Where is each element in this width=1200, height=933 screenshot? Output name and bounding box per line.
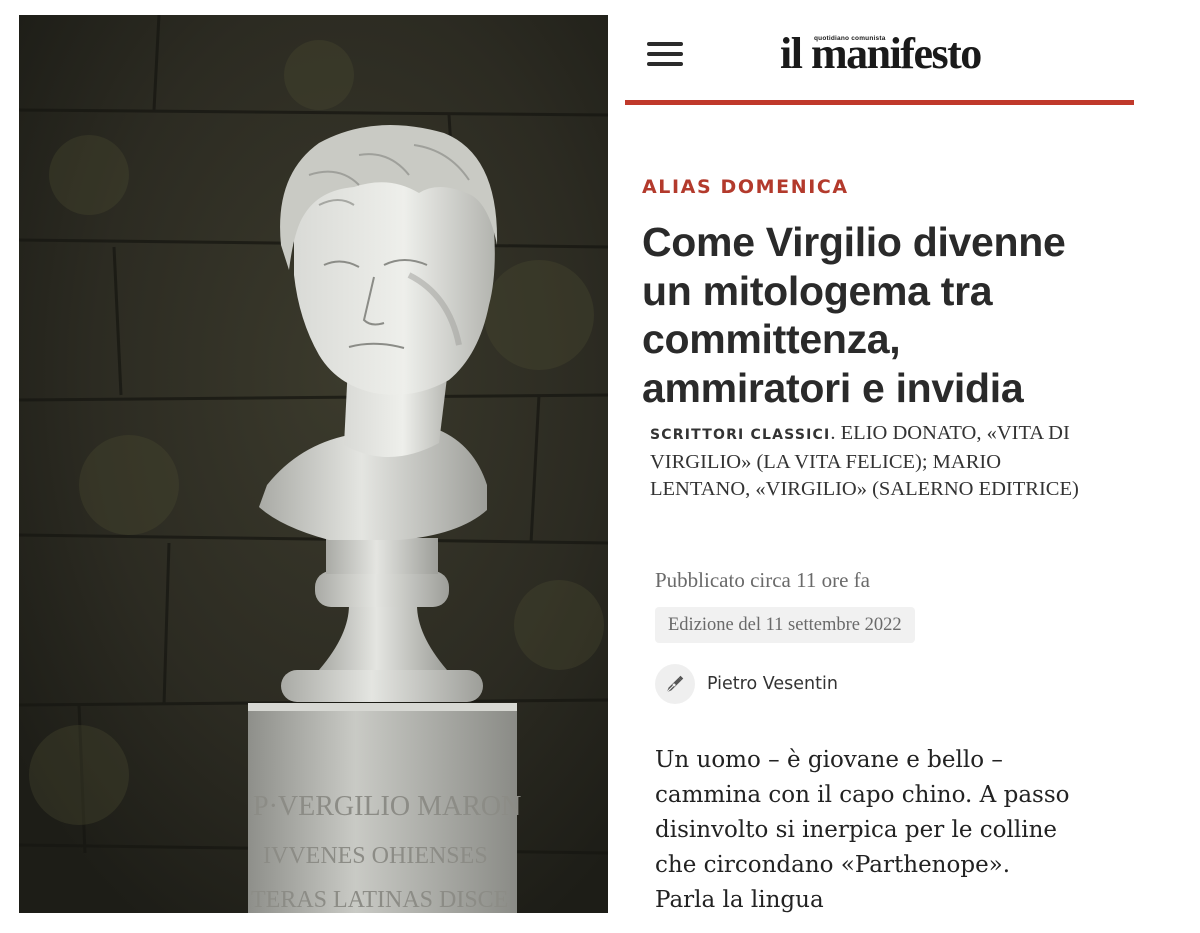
site-logo[interactable]: il manifesto quotidiano comunista	[780, 30, 1000, 78]
menu-button[interactable]	[647, 40, 683, 68]
article-photo: P·VERGILIO MARON IVVENES OHIENSES TERAS …	[19, 15, 608, 913]
logo-tagline: quotidiano comunista	[814, 35, 886, 42]
article-headline: Come Virgilio divenne un mitologema tra …	[642, 219, 1066, 411]
svg-text:TERAS LATINAS DISCE: TERAS LATINAS DISCE	[251, 887, 508, 913]
svg-text:IVVENES OHIENSES: IVVENES OHIENSES	[263, 843, 488, 869]
svg-text:P·VERGILIO MARON: P·VERGILIO MARON	[253, 791, 521, 822]
published-time: Pubblicato circa 11 ore fa	[655, 568, 870, 592]
author-byline[interactable]: Pietro Vesentin	[655, 664, 838, 704]
article-body: Un uomo – è giovane e bello – cammina co…	[655, 747, 1070, 913]
virgil-bust-image: P·VERGILIO MARON IVVENES OHIENSES TERAS …	[19, 15, 608, 913]
article-subtitle: SCRITTORI CLASSICI. ELIO DONATO, «VITA D…	[650, 420, 1090, 503]
edition-badge[interactable]: Edizione del 11 settembre 2022	[655, 607, 915, 643]
subtitle-kicker: SCRITTORI CLASSICI	[650, 427, 831, 443]
section-label[interactable]: ALIAS DOMENICA	[642, 176, 849, 198]
header-divider	[625, 100, 1134, 105]
pen-nib-icon	[655, 664, 695, 704]
hamburger-menu-icon	[647, 42, 683, 46]
author-name: Pietro Vesentin	[707, 674, 838, 694]
pedestal-inscription: P·VERGILIO MARON IVVENES OHIENSES TERAS …	[251, 791, 521, 913]
